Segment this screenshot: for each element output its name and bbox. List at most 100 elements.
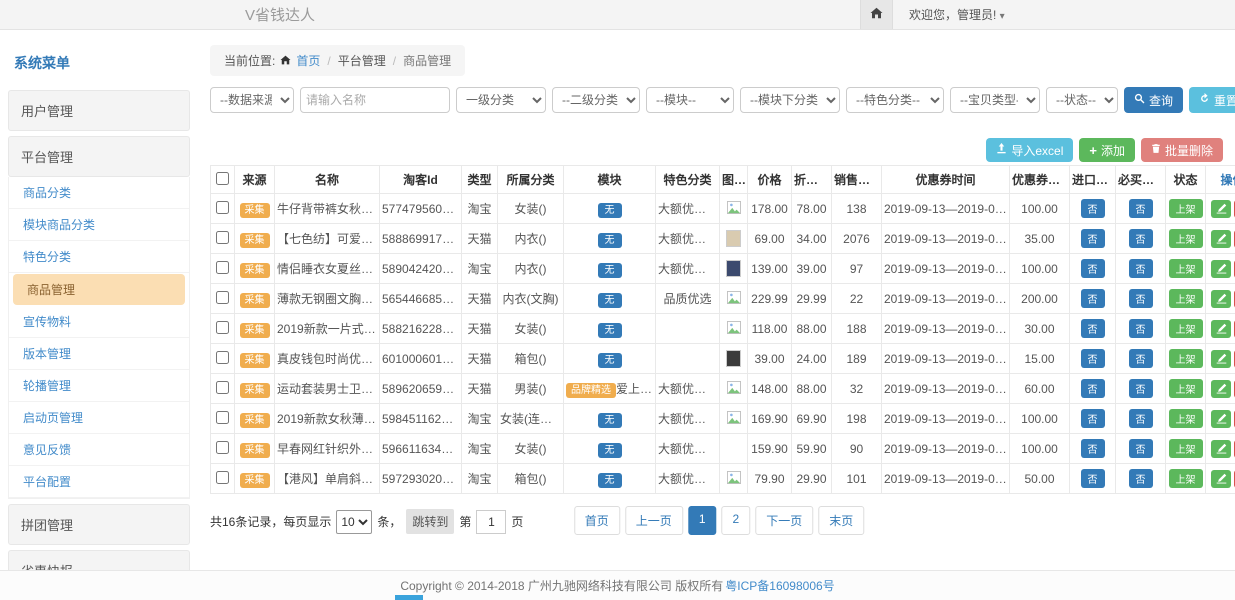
page-prev-button[interactable]: 上一页	[625, 506, 683, 535]
sidebar-section-12[interactable]: 拼团管理	[8, 504, 190, 545]
name-input[interactable]	[300, 87, 450, 113]
level2-category-select[interactable]: --二级分类--	[552, 87, 640, 113]
import-select-toggle[interactable]: 否	[1081, 379, 1105, 398]
must-buy-toggle[interactable]: 否	[1129, 289, 1153, 308]
must-buy-toggle[interactable]: 否	[1129, 229, 1153, 248]
add-button[interactable]: + 添加	[1079, 138, 1135, 162]
edit-button[interactable]	[1211, 320, 1231, 338]
broken-image-icon	[727, 323, 741, 337]
status-badge[interactable]: 上架	[1169, 199, 1203, 218]
sidebar-link-10[interactable]: 意见反馈	[9, 434, 189, 466]
page-next-button[interactable]: 下一页	[755, 506, 813, 535]
sidebar-section-0[interactable]: 用户管理	[8, 90, 190, 131]
cell-coupon-amount: 100.00	[1010, 404, 1070, 434]
import-select-toggle[interactable]: 否	[1081, 349, 1105, 368]
row-checkbox[interactable]	[216, 291, 229, 304]
cell-operations	[1206, 374, 1235, 404]
page-2-button[interactable]: 2	[722, 506, 751, 535]
edit-button[interactable]	[1211, 290, 1231, 308]
edit-button[interactable]	[1211, 260, 1231, 278]
edit-button[interactable]	[1211, 410, 1231, 428]
search-button[interactable]: 查询	[1124, 87, 1183, 113]
reset-button[interactable]: 重置	[1189, 87, 1235, 113]
sidebar-link-4[interactable]: 特色分类	[9, 241, 189, 273]
home-button[interactable]	[860, 0, 893, 29]
module-subcategory-select[interactable]: --模块下分类--	[740, 87, 840, 113]
must-buy-toggle[interactable]: 否	[1129, 469, 1153, 488]
user-menu[interactable]: 欢迎您，管理员! ▾	[893, 6, 1021, 23]
import-excel-button[interactable]: 导入excel	[986, 138, 1073, 162]
edit-button[interactable]	[1211, 380, 1231, 398]
jump-button[interactable]: 跳转到	[406, 509, 454, 534]
feature-category-select[interactable]: --特色分类--	[846, 87, 944, 113]
import-select-toggle[interactable]: 否	[1081, 409, 1105, 428]
cell-category: 内衣()	[498, 254, 564, 284]
row-checkbox[interactable]	[216, 441, 229, 454]
page-last-button[interactable]: 末页	[818, 506, 864, 535]
row-checkbox[interactable]	[216, 201, 229, 214]
sidebar-section-13[interactable]: 省惠快报	[8, 550, 190, 570]
import-select-toggle[interactable]: 否	[1081, 199, 1105, 218]
status-badge[interactable]: 上架	[1169, 289, 1203, 308]
icp-link[interactable]: 粤ICP备16098006号	[725, 577, 834, 594]
edit-button[interactable]	[1211, 200, 1231, 218]
sidebar-link-2[interactable]: 商品分类	[9, 177, 189, 209]
status-badge[interactable]: 上架	[1169, 439, 1203, 458]
status-badge[interactable]: 上架	[1169, 379, 1203, 398]
status-badge[interactable]: 上架	[1169, 229, 1203, 248]
status-badge[interactable]: 上架	[1169, 469, 1203, 488]
edit-button[interactable]	[1211, 230, 1231, 248]
import-select-toggle[interactable]: 否	[1081, 319, 1105, 338]
status-badge[interactable]: 上架	[1169, 349, 1203, 368]
import-select-toggle[interactable]: 否	[1081, 439, 1105, 458]
must-buy-toggle[interactable]: 否	[1129, 259, 1153, 278]
must-buy-toggle[interactable]: 否	[1129, 319, 1153, 338]
sidebar-link-7[interactable]: 版本管理	[9, 338, 189, 370]
per-page-select[interactable]: 10	[336, 510, 372, 534]
status-badge[interactable]: 上架	[1169, 319, 1203, 338]
column-header-0: 来源	[235, 166, 275, 194]
row-checkbox[interactable]	[216, 261, 229, 274]
level1-category-select[interactable]: 一级分类	[456, 87, 546, 113]
must-buy-toggle[interactable]: 否	[1129, 349, 1153, 368]
sidebar-link-11[interactable]: 平台配置	[9, 466, 189, 498]
row-checkbox[interactable]	[216, 231, 229, 244]
batch-delete-button[interactable]: 批量删除	[1141, 138, 1223, 162]
cell-source: 采集	[235, 344, 275, 374]
module-badge: 品牌精选	[566, 383, 616, 398]
must-buy-toggle[interactable]: 否	[1129, 379, 1153, 398]
cell-feature: 大额优惠券	[656, 224, 720, 254]
status-select[interactable]: --状态--	[1046, 87, 1118, 113]
edit-button[interactable]	[1211, 350, 1231, 368]
sidebar-link-6[interactable]: 宣传物料	[9, 306, 189, 338]
import-select-toggle[interactable]: 否	[1081, 289, 1105, 308]
item-type-select[interactable]: --宝贝类型--	[950, 87, 1040, 113]
breadcrumb-home-link[interactable]: 首页	[296, 52, 320, 69]
must-buy-toggle[interactable]: 否	[1129, 199, 1153, 218]
row-checkbox[interactable]	[216, 351, 229, 364]
module-select[interactable]: --模块--	[646, 87, 734, 113]
data-source-select[interactable]: --数据来源--	[210, 87, 294, 113]
sidebar-link-8[interactable]: 轮播管理	[9, 370, 189, 402]
row-checkbox[interactable]	[216, 321, 229, 334]
row-checkbox[interactable]	[216, 411, 229, 424]
status-badge[interactable]: 上架	[1169, 259, 1203, 278]
sidebar-link-3[interactable]: 模块商品分类	[9, 209, 189, 241]
sidebar-link-5[interactable]: 商品管理	[13, 274, 185, 305]
page-input[interactable]	[476, 510, 506, 534]
sidebar-section-1[interactable]: 平台管理	[8, 136, 190, 177]
import-select-toggle[interactable]: 否	[1081, 229, 1105, 248]
must-buy-toggle[interactable]: 否	[1129, 409, 1153, 428]
import-select-toggle[interactable]: 否	[1081, 259, 1105, 278]
import-select-toggle[interactable]: 否	[1081, 469, 1105, 488]
edit-button[interactable]	[1211, 470, 1231, 488]
select-all-checkbox[interactable]	[216, 172, 229, 185]
must-buy-toggle[interactable]: 否	[1129, 439, 1153, 458]
edit-button[interactable]	[1211, 440, 1231, 458]
status-badge[interactable]: 上架	[1169, 409, 1203, 428]
row-checkbox[interactable]	[216, 381, 229, 394]
row-checkbox[interactable]	[216, 471, 229, 484]
page-1-button[interactable]: 1	[688, 506, 717, 535]
sidebar-link-9[interactable]: 启动页管理	[9, 402, 189, 434]
page-first-button[interactable]: 首页	[574, 506, 620, 535]
